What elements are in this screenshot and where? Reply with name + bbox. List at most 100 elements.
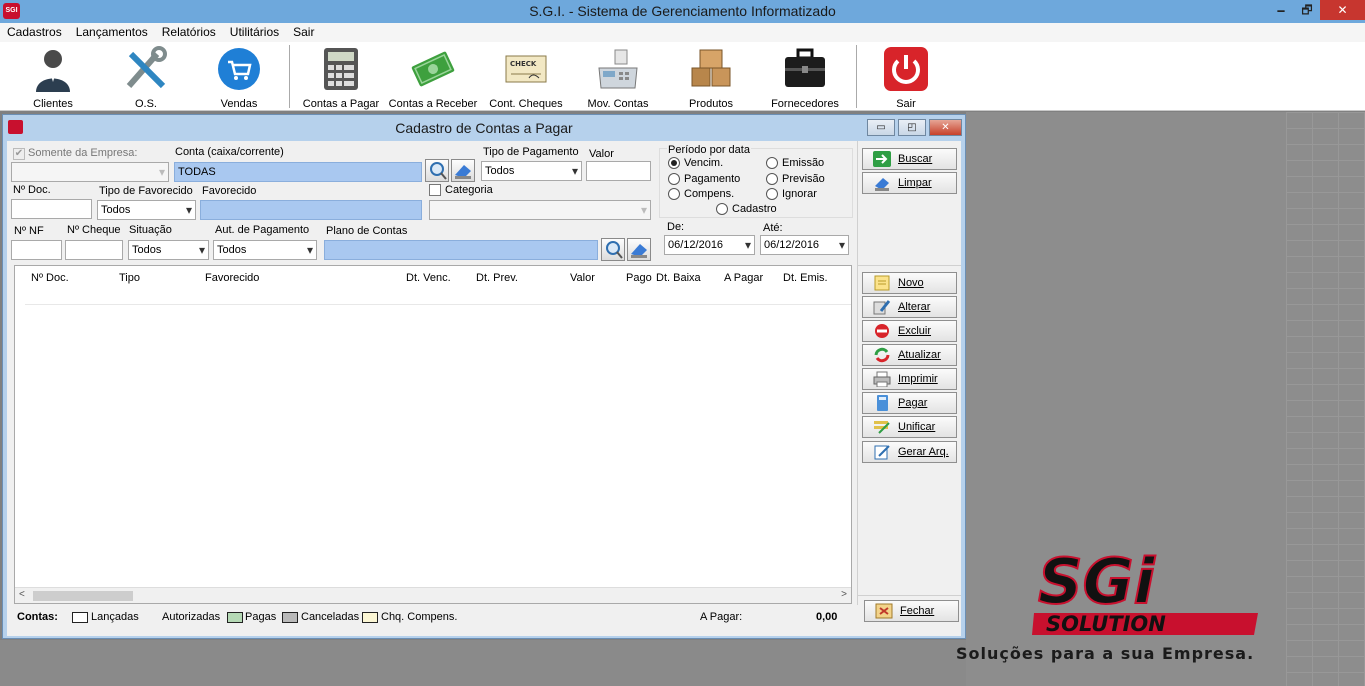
table-header: Nº Doc. Tipo Favorecido Dt. Venc. Dt. Pr… — [15, 266, 851, 288]
ndoc-input[interactable] — [11, 199, 92, 219]
toolbar-cont-cheques-button[interactable]: CHECK Cont. Cheques — [480, 46, 572, 110]
alterar-button[interactable]: Alterar — [862, 296, 957, 318]
situacao-label: Situação — [129, 224, 172, 236]
de-date-picker[interactable]: 06/12/2016 — [664, 235, 755, 255]
legend-canceladas: Canceladas — [301, 611, 360, 623]
legend-autorizadas: Autorizadas — [162, 611, 221, 623]
radio-cadastro-label: Cadastro — [732, 203, 777, 215]
toolbar-mov-contas-button[interactable]: Mov. Contas — [572, 46, 664, 110]
child-title: Cadastro de Contas a Pagar — [395, 120, 573, 136]
atualizar-button[interactable]: Atualizar — [862, 344, 957, 366]
child-maximize-button[interactable]: ◰ — [898, 119, 926, 136]
aut-pagamento-label: Aut. de Pagamento — [215, 224, 310, 236]
menu-relatorios[interactable]: Relatórios — [162, 23, 216, 42]
briefcase-icon — [782, 46, 828, 92]
conta-field[interactable]: TODAS — [174, 162, 422, 182]
col-a-pagar[interactable]: A Pagar — [724, 272, 763, 284]
col-valor[interactable]: Valor — [570, 272, 595, 284]
toolbar-contas-receber-button[interactable]: Contas a Receber — [387, 46, 479, 110]
toolbar-produtos-button[interactable]: Produtos — [665, 46, 757, 110]
menu-lancamentos[interactable]: Lançamentos — [76, 23, 148, 42]
categoria-checkbox[interactable] — [429, 184, 441, 196]
situacao-select[interactable]: Todos — [128, 240, 209, 260]
toolbar-clientes-button[interactable]: Clientes — [7, 46, 99, 110]
col-pago[interactable]: Pago — [626, 272, 652, 284]
valor-label: Valor — [589, 148, 614, 160]
radio-emissao[interactable] — [766, 157, 778, 169]
child-minimize-button[interactable]: ▭ — [867, 119, 895, 136]
child-close-button[interactable]: ✕ — [929, 119, 962, 136]
scroll-thumb[interactable] — [33, 591, 133, 601]
radio-cadastro[interactable] — [716, 203, 728, 215]
menu-utilitarios[interactable]: Utilitários — [230, 23, 279, 42]
col-ndoc[interactable]: Nº Doc. — [31, 272, 69, 284]
valor-input[interactable] — [586, 161, 651, 181]
app-logo-icon — [8, 120, 23, 134]
legend-lancadas: Lançadas — [91, 611, 139, 623]
pagar-button[interactable]: Pagar — [862, 392, 957, 414]
somente-empresa-checkbox[interactable]: ✔ — [13, 148, 25, 160]
somente-empresa-label: Somente da Empresa: — [28, 147, 138, 159]
menu-sair[interactable]: Sair — [293, 23, 314, 42]
cart-icon — [216, 46, 262, 92]
radio-ignorar[interactable] — [766, 188, 778, 200]
col-tipo[interactable]: Tipo — [119, 272, 140, 284]
categoria-select[interactable] — [429, 200, 651, 220]
printer-icon — [873, 371, 891, 387]
nnf-label: Nº NF — [14, 225, 44, 237]
unificar-button[interactable]: Unificar — [862, 416, 957, 438]
excluir-button[interactable]: Excluir — [862, 320, 957, 342]
toolbar-fornecedores-button[interactable]: Fornecedores — [759, 46, 851, 110]
favorecido-label: Favorecido — [202, 185, 257, 197]
svg-text:SGi: SGi — [1038, 545, 1156, 618]
radio-compens[interactable] — [668, 188, 680, 200]
plano-search-button[interactable] — [601, 238, 625, 261]
scroll-right-icon[interactable]: > — [841, 589, 847, 600]
nnf-input[interactable] — [11, 240, 62, 260]
col-dt-baixa[interactable]: Dt. Baixa — [656, 272, 701, 284]
toolbar-sair-button[interactable]: Sair — [860, 46, 952, 110]
horizontal-scrollbar[interactable]: < > — [15, 587, 851, 603]
conta-search-button[interactable] — [425, 159, 449, 182]
col-favorecido[interactable]: Favorecido — [205, 272, 259, 284]
close-button[interactable]: ✕ — [1320, 0, 1365, 20]
form-body: ✔ Somente da Empresa: Conta (caixa/corre… — [7, 141, 961, 636]
tagline: Soluções para a sua Empresa. — [956, 644, 1255, 663]
col-dt-venc[interactable]: Dt. Venc. — [406, 272, 451, 284]
col-dt-emis[interactable]: Dt. Emis. — [783, 272, 828, 284]
eraser-icon — [631, 244, 647, 258]
radio-pagamento[interactable] — [668, 173, 680, 185]
toolbar-contas-pagar-button[interactable]: Contas a Pagar — [295, 46, 387, 110]
aut-pagamento-select[interactable]: Todos — [213, 240, 317, 260]
arrow-right-icon — [873, 151, 891, 167]
tipo-favorecido-select[interactable]: Todos — [97, 200, 196, 220]
tipo-favorecido-label: Tipo de Favorecido — [99, 185, 193, 197]
novo-button[interactable]: Novo — [862, 272, 957, 294]
limpar-button[interactable]: Limpar — [862, 172, 957, 194]
radio-vencim[interactable] — [668, 157, 680, 169]
gerar-arq-button[interactable]: Gerar Arq. — [862, 441, 957, 463]
imprimir-button[interactable]: Imprimir — [862, 368, 957, 390]
periodo-label: Período por data — [667, 144, 751, 156]
ate-date-picker[interactable]: 06/12/2016 — [760, 235, 849, 255]
col-dt-prev[interactable]: Dt. Prev. — [476, 272, 518, 284]
restore-button[interactable]: 🗗 — [1294, 0, 1320, 20]
contas-table[interactable]: Nº Doc. Tipo Favorecido Dt. Venc. Dt. Pr… — [14, 265, 852, 604]
menu-cadastros[interactable]: Cadastros — [7, 23, 62, 42]
ncheque-input[interactable] — [65, 240, 123, 260]
de-label: De: — [667, 221, 685, 233]
tipo-pagamento-select[interactable]: Todos — [481, 161, 582, 181]
empresa-select[interactable] — [11, 162, 169, 182]
conta-clear-button[interactable] — [451, 159, 475, 182]
toolbar-vendas-button[interactable]: Vendas — [193, 46, 285, 110]
radio-previsao[interactable] — [766, 173, 778, 185]
plano-contas-field[interactable] — [324, 240, 598, 260]
money-icon — [410, 46, 456, 92]
plano-contas-label: Plano de Contas — [326, 225, 408, 237]
scroll-left-icon[interactable]: < — [19, 589, 25, 600]
minimize-button[interactable]: 🗕 — [1268, 0, 1294, 20]
favorecido-field[interactable] — [200, 200, 422, 220]
plano-clear-button[interactable] — [627, 238, 651, 261]
toolbar-os-button[interactable]: O.S. — [100, 46, 192, 110]
buscar-button[interactable]: Buscar — [862, 148, 957, 170]
